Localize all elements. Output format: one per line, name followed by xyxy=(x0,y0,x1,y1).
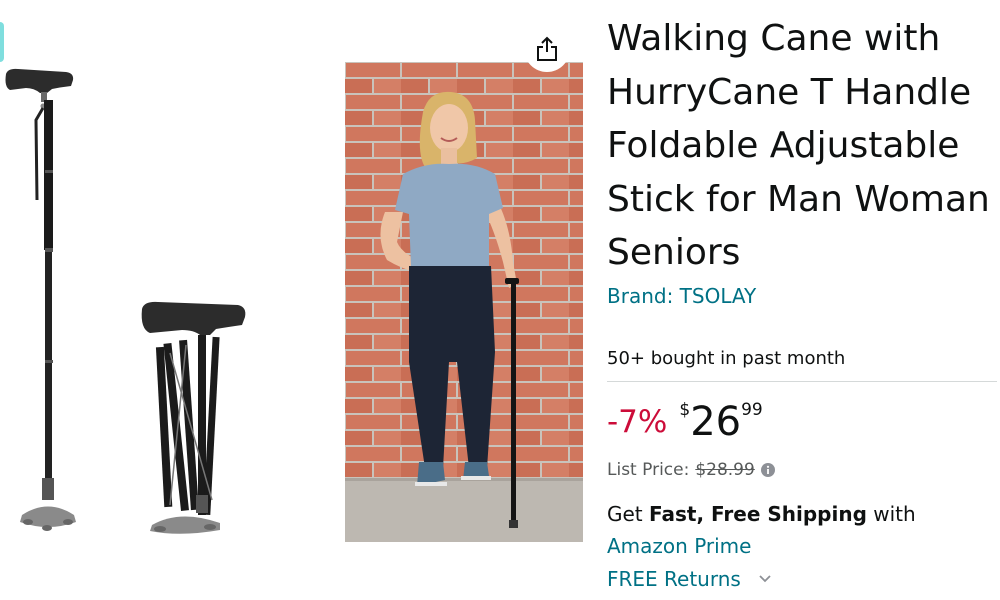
shipping-suffix: with xyxy=(866,501,916,526)
shipping-prefix: Get xyxy=(607,501,650,526)
share-icon xyxy=(537,36,557,61)
bought-count: 50+ bought in past month xyxy=(607,347,846,369)
shipping-text: Get Fast, Free Shipping with xyxy=(607,499,997,529)
brand-link[interactable]: Brand: TSOLAY xyxy=(607,282,997,310)
share-button[interactable] xyxy=(524,26,570,72)
info-icon[interactable] xyxy=(760,462,775,477)
thumbnail-edge-tab[interactable] xyxy=(0,22,4,62)
discount-percent: -7% xyxy=(607,403,668,440)
shipping-bold: Fast, Free Shipping xyxy=(649,501,867,526)
product-lifestyle-photo[interactable] xyxy=(345,62,583,542)
free-returns-label: FREE Returns xyxy=(607,566,741,591)
amazon-prime-link[interactable]: Amazon Prime xyxy=(607,529,997,563)
cane-folded-image[interactable] xyxy=(130,295,255,540)
free-returns-link[interactable]: FREE Returns xyxy=(607,563,997,595)
list-price-value: $28.99 xyxy=(695,459,755,480)
price-whole: 26 xyxy=(690,398,742,445)
product-title: Walking Cane with HurryCane T Handle Fol… xyxy=(607,18,990,273)
chevron-down-icon xyxy=(759,574,771,583)
list-price-row: List Price: $28.99 xyxy=(607,458,997,482)
divider xyxy=(607,380,997,382)
list-price-label: List Price: xyxy=(607,459,690,480)
price-currency: $ xyxy=(679,399,691,420)
price-fraction: 99 xyxy=(741,399,763,420)
cane-upright-image[interactable] xyxy=(0,60,80,540)
price-row: -7% $ 26 99 xyxy=(607,398,997,450)
product-info-panel: Walking Cane with HurryCane T Handle Fol… xyxy=(607,12,997,595)
